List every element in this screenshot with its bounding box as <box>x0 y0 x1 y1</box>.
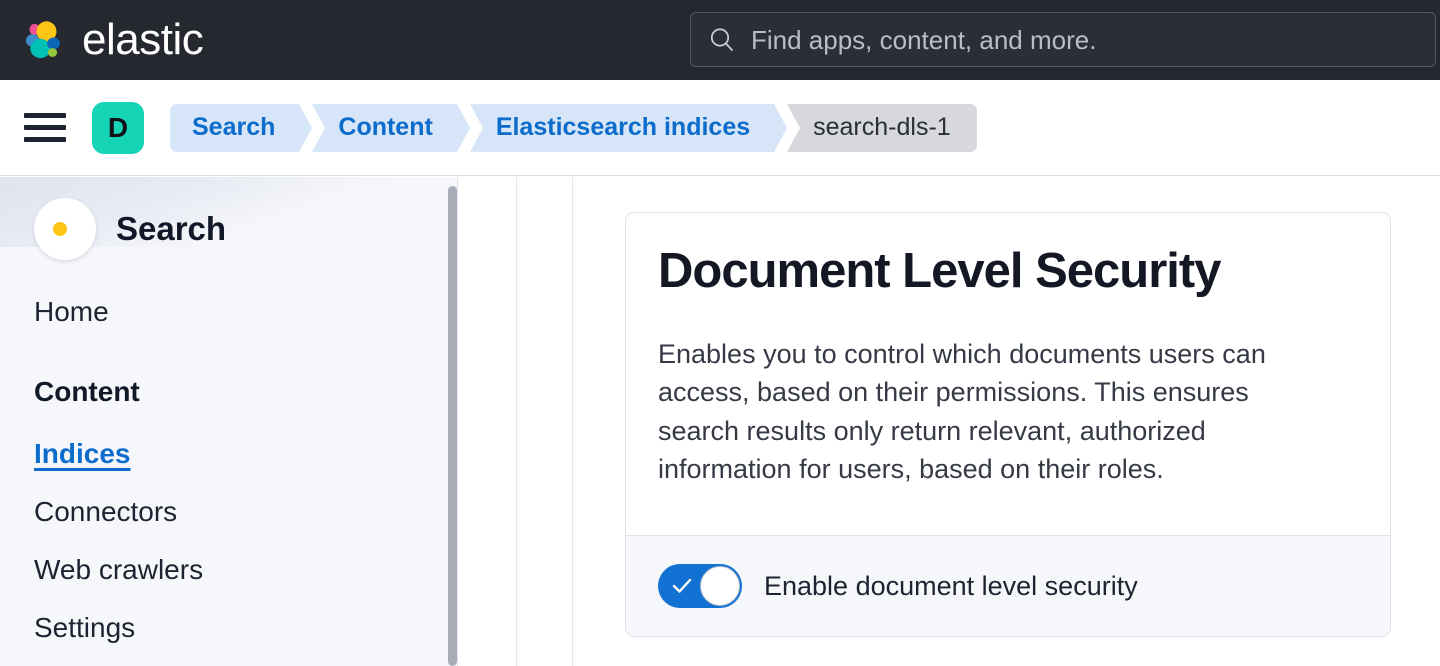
sidebar-item-web-crawlers[interactable]: Web crawlers <box>34 554 458 586</box>
breadcrumb-item-search[interactable]: Search <box>170 104 299 152</box>
page-title: Document Level Security <box>658 245 1358 299</box>
content-rail-divider <box>572 177 573 666</box>
sidebar-section-content: Content <box>34 376 458 408</box>
breadcrumb-item-content[interactable]: Content <box>312 104 456 152</box>
sidebar-item-connectors[interactable]: Connectors <box>34 496 458 528</box>
sidebar-item-settings[interactable]: Settings <box>34 612 458 644</box>
check-icon <box>671 575 693 597</box>
global-search-placeholder: Find apps, content, and more. <box>751 27 1096 53</box>
sidebar-app-header: Search <box>34 198 458 260</box>
sidebar-scrollbar[interactable] <box>448 186 457 666</box>
card-footer: Enable document level security <box>626 535 1390 636</box>
breadcrumb: Search Content Elasticsearch indices sea… <box>170 104 977 152</box>
sidebar-app-name: Search <box>116 210 226 248</box>
elastic-logo-icon <box>18 16 66 64</box>
toggle-knob <box>700 566 740 606</box>
content-rail-divider <box>516 177 517 666</box>
sidebar: Search Home Content Indices Connectors W… <box>0 177 458 666</box>
space-avatar[interactable]: D <box>92 102 144 154</box>
document-level-security-card: Document Level Security Enables you to c… <box>625 212 1391 637</box>
breadcrumb-item-current: search-dls-1 <box>787 104 977 152</box>
hamburger-menu-icon[interactable] <box>24 107 66 149</box>
brand-name: elastic <box>82 18 203 62</box>
enable-dls-toggle-label: Enable document level security <box>764 571 1138 602</box>
enable-dls-toggle[interactable] <box>658 564 742 608</box>
elastic-search-app-icon <box>34 198 96 260</box>
hamburger-bar <box>24 125 66 130</box>
global-header: elastic Find apps, content, and more. <box>0 0 1440 80</box>
sidebar-item-indices[interactable]: Indices <box>34 438 458 470</box>
sidebar-item-home[interactable]: Home <box>34 296 458 328</box>
main-content: Document Level Security Enables you to c… <box>458 177 1440 666</box>
card-description: Enables you to control which documents u… <box>658 335 1318 489</box>
search-icon <box>707 25 737 55</box>
breadcrumb-bar: D Search Content Elasticsearch indices s… <box>0 80 1440 176</box>
card-body: Document Level Security Enables you to c… <box>626 213 1390 489</box>
elastic-brand[interactable]: elastic <box>18 16 203 64</box>
hamburger-bar <box>24 113 66 118</box>
global-search-input[interactable]: Find apps, content, and more. <box>690 12 1436 67</box>
hamburger-bar <box>24 137 66 142</box>
breadcrumb-item-elasticsearch-indices[interactable]: Elasticsearch indices <box>470 104 774 152</box>
